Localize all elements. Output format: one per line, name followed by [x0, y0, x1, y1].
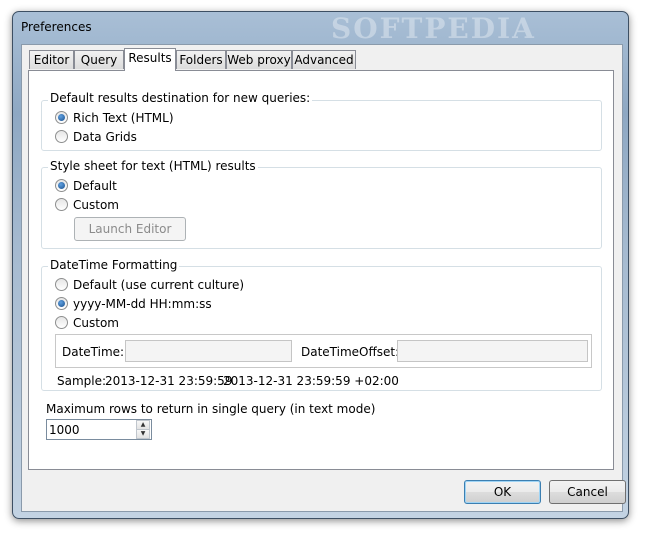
radio-style-default[interactable] — [55, 179, 68, 192]
label-dt-custom: Custom — [73, 316, 119, 330]
results-panel: Default results destination for new quer… — [28, 70, 614, 470]
label-dt-iso: yyyy-MM-dd HH:mm:ss — [73, 297, 212, 311]
tab-query[interactable]: Query — [74, 50, 124, 69]
title-bar[interactable]: Preferences SOFTPEDIA — [13, 12, 628, 45]
datetime-heading: DateTime Formatting — [48, 258, 180, 272]
datetimeoffset-label: DateTimeOffset: — [301, 345, 400, 359]
sample-label: Sample: — [57, 374, 107, 388]
tab-results[interactable]: Results — [124, 48, 176, 71]
destination-heading: Default results destination for new quer… — [48, 91, 313, 105]
sample-datetime: 2013-12-31 23:59:59 — [105, 374, 233, 388]
label-style-custom: Custom — [73, 198, 119, 212]
window-title: Preferences — [21, 20, 92, 34]
launch-editor-button[interactable]: Launch Editor — [74, 217, 186, 241]
label-data-grids: Data Grids — [73, 130, 137, 144]
label-rich-text: Rich Text (HTML) — [73, 111, 174, 125]
preferences-window: Preferences SOFTPEDIA Editor Query Resul… — [12, 11, 629, 519]
sample-datetimeoffset: 2013-12-31 23:59:59 +02:00 — [223, 374, 399, 388]
radio-dt-default[interactable] — [55, 278, 68, 291]
datetime-format-field[interactable] — [125, 340, 292, 362]
maxrows-spinner: 1000 ▲ ▼ — [46, 419, 152, 440]
label-dt-default: Default (use current culture) — [73, 278, 245, 292]
radio-dt-custom[interactable] — [55, 316, 68, 329]
radio-dt-iso[interactable] — [55, 297, 68, 310]
dialog-client: Editor Query Results Folders Web proxy A… — [21, 44, 626, 512]
label-style-default: Default — [73, 179, 117, 193]
maxrows-label: Maximum rows to return in single query (… — [46, 402, 376, 416]
ok-button[interactable]: OK — [464, 480, 541, 504]
cancel-button[interactable]: Cancel — [549, 480, 626, 504]
maxrows-value[interactable]: 1000 — [49, 423, 80, 437]
tab-advanced[interactable]: Advanced — [292, 50, 356, 69]
spin-down-button[interactable]: ▼ — [136, 429, 150, 439]
radio-data-grids[interactable] — [55, 130, 68, 143]
tab-folders[interactable]: Folders — [176, 50, 226, 69]
radio-style-custom[interactable] — [55, 198, 68, 211]
radio-rich-text[interactable] — [55, 111, 68, 124]
tab-web-proxy[interactable]: Web proxy — [226, 50, 292, 69]
datetimeoffset-format-field[interactable] — [397, 340, 588, 362]
stylesheet-heading: Style sheet for text (HTML) results — [48, 159, 258, 173]
datetime-label: DateTime: — [62, 345, 125, 359]
tab-editor[interactable]: Editor — [29, 50, 74, 69]
watermark: SOFTPEDIA — [331, 12, 536, 45]
